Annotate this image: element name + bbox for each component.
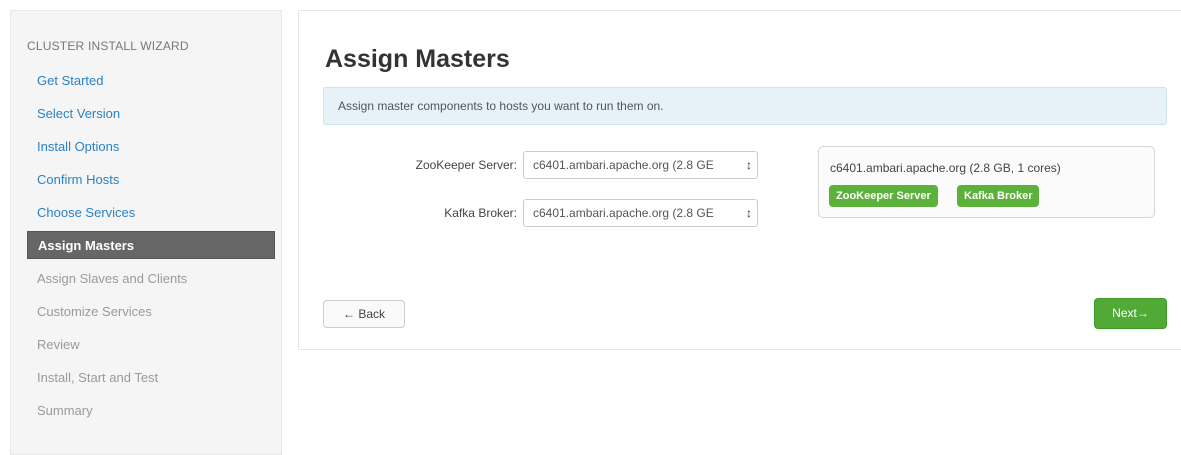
- sidebar-item-select-version[interactable]: Select Version: [27, 97, 275, 130]
- sidebar-item-summary: Summary: [37, 403, 93, 418]
- kafka-broker-label: Kafka Broker:: [444, 206, 517, 220]
- sidebar-item-get-started[interactable]: Get Started: [27, 64, 275, 97]
- sidebar-item-install-start-test: Install, Start and Test: [37, 370, 159, 385]
- sidebar-item-install-options[interactable]: Install Options: [27, 130, 275, 163]
- zookeeper-server-label: ZooKeeper Server:: [415, 158, 517, 172]
- sidebar-item-assign-slaves: Assign Slaves and Clients: [37, 271, 188, 286]
- wizard-sidebar: CLUSTER INSTALL WIZARD Get Started Selec…: [10, 10, 282, 455]
- page-title: Assign Masters: [325, 45, 510, 73]
- kafka-broker-badge: Kafka Broker: [957, 185, 1040, 207]
- wizard-steps: Get Started Select Version Install Optio…: [27, 64, 275, 427]
- kafka-broker-select[interactable]: c6401.ambari.apache.org (2.8 GE ↕: [523, 199, 758, 227]
- back-button[interactable]: ← Back: [323, 300, 405, 328]
- host-name: c6401.ambari.apache.org (2.8 GB, 1 cores…: [830, 161, 1061, 175]
- info-alert: Assign master components to hosts you wa…: [323, 87, 1167, 125]
- sidebar-heading: CLUSTER INSTALL WIZARD: [27, 39, 189, 53]
- kafka-broker-select-value: c6401.ambari.apache.org (2.8 GE: [533, 206, 714, 220]
- zookeeper-server-select[interactable]: c6401.ambari.apache.org (2.8 GE ↕: [523, 151, 758, 179]
- updown-caret-icon: ↕: [744, 152, 752, 178]
- next-button[interactable]: Next→: [1094, 298, 1167, 329]
- sidebar-item-assign-masters[interactable]: Assign Masters: [27, 231, 275, 259]
- sidebar-item-choose-services[interactable]: Choose Services: [27, 196, 275, 229]
- sidebar-item-customize-services: Customize Services: [37, 304, 152, 319]
- sidebar-item-confirm-hosts[interactable]: Confirm Hosts: [27, 163, 275, 196]
- updown-caret-icon: ↕: [744, 200, 752, 226]
- host-summary-panel: c6401.ambari.apache.org (2.8 GB, 1 cores…: [818, 146, 1155, 218]
- zookeeper-server-select-value: c6401.ambari.apache.org (2.8 GE: [533, 158, 714, 172]
- main-panel: Assign Masters Assign master components …: [298, 10, 1181, 350]
- kafka-label-cell: Kafka Broker:: [323, 199, 517, 227]
- sidebar-item-review: Review: [37, 337, 80, 352]
- zookeeper-label-cell: ZooKeeper Server:: [323, 151, 517, 179]
- zookeeper-server-badge: ZooKeeper Server: [829, 185, 938, 207]
